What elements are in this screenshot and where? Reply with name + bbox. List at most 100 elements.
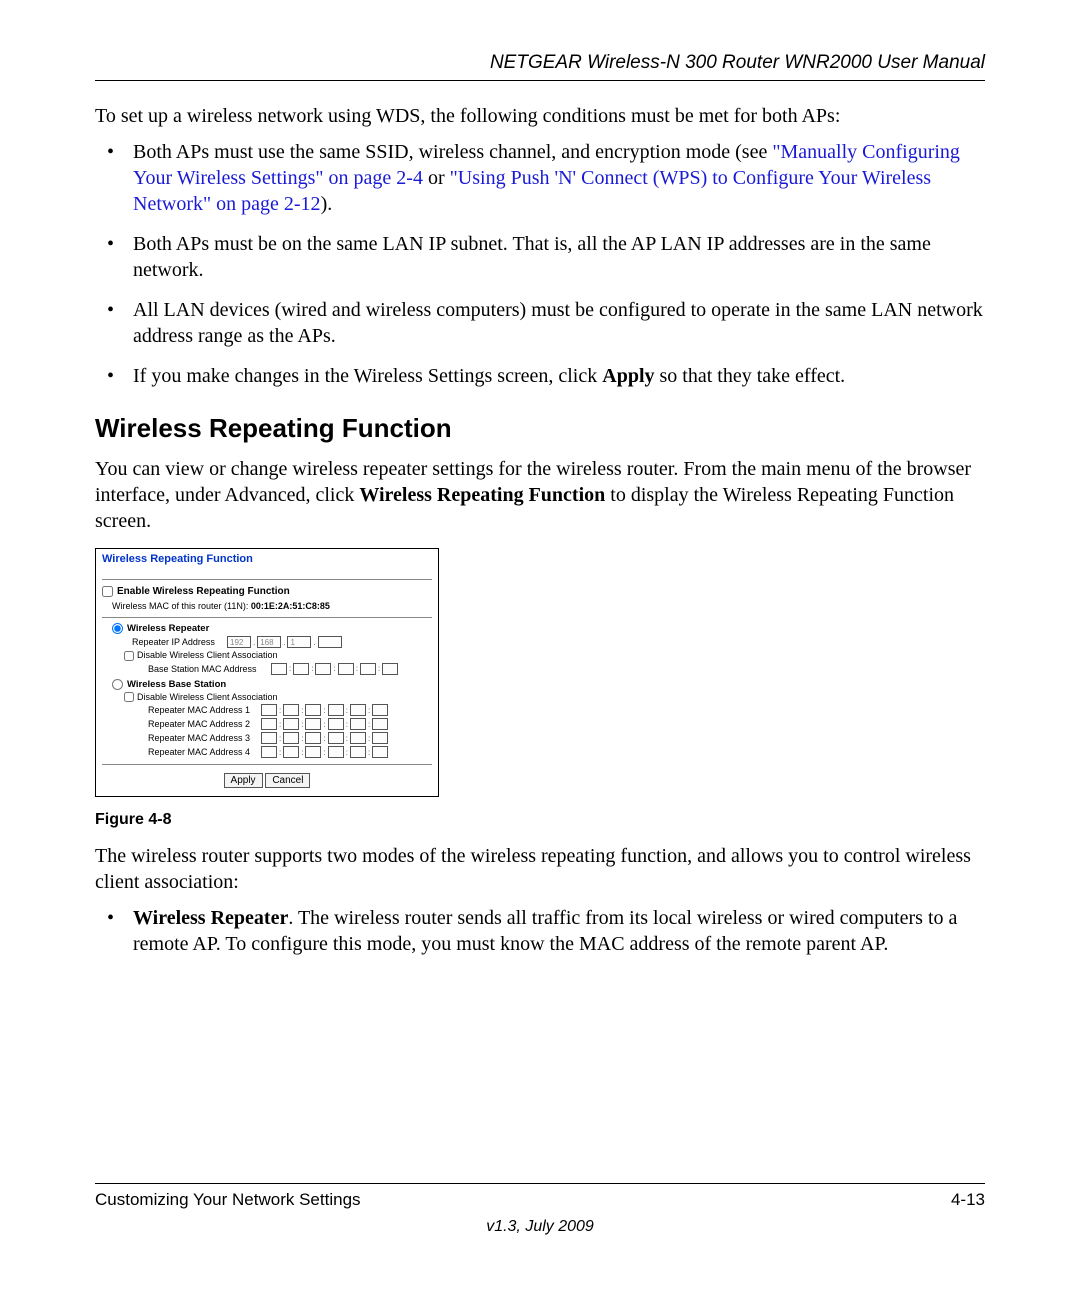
disable-assoc-row: Disable Wireless Client Association bbox=[124, 692, 432, 703]
mac-input[interactable] bbox=[372, 732, 388, 744]
ip-octet-input[interactable]: 192 bbox=[227, 636, 251, 648]
button-row: Apply Cancel bbox=[102, 773, 432, 788]
bullet-text: If you make changes in the Wireless Sett… bbox=[133, 365, 602, 387]
colon-separator: : bbox=[345, 706, 349, 715]
mac-input[interactable] bbox=[350, 704, 366, 716]
mac-input[interactable] bbox=[305, 732, 321, 744]
repeater-mac-label: Repeater MAC Address 1 bbox=[148, 705, 256, 715]
base-station-radio[interactable] bbox=[112, 679, 123, 690]
panel-title: Wireless Repeating Function bbox=[102, 553, 432, 565]
mac-input[interactable] bbox=[293, 663, 309, 675]
bullet-text: Both APs must use the same SSID, wireles… bbox=[133, 141, 772, 163]
mac-input[interactable] bbox=[328, 704, 344, 716]
mac-input[interactable] bbox=[372, 718, 388, 730]
repeater-mac-row: Repeater MAC Address 4 : : : : : bbox=[148, 746, 432, 758]
disable-assoc-row: Disable Wireless Client Association bbox=[124, 650, 432, 661]
footer-section-name: Customizing Your Network Settings bbox=[95, 1190, 361, 1210]
ip-octet-input[interactable] bbox=[318, 636, 342, 648]
mac-input[interactable] bbox=[283, 746, 299, 758]
disable-assoc-checkbox[interactable] bbox=[124, 651, 134, 661]
disable-assoc-label: Disable Wireless Client Association bbox=[137, 692, 278, 702]
mac-input[interactable] bbox=[338, 663, 354, 675]
modes-list: Wireless Repeater. The wireless router s… bbox=[95, 905, 985, 957]
repeater-mac-label: Repeater MAC Address 2 bbox=[148, 719, 256, 729]
intro-paragraph: To set up a wireless network using WDS, … bbox=[95, 103, 985, 129]
repeater-ip-label: Repeater IP Address bbox=[132, 637, 222, 647]
header-divider bbox=[95, 80, 985, 81]
document-header-title: NETGEAR Wireless-N 300 Router WNR2000 Us… bbox=[95, 52, 985, 74]
mac-input[interactable] bbox=[328, 746, 344, 758]
colon-separator: : bbox=[345, 748, 349, 757]
repeater-radio-row: Wireless Repeater bbox=[112, 623, 432, 634]
colon-separator: : bbox=[367, 706, 371, 715]
colon-separator: : bbox=[322, 734, 326, 743]
apply-label: Apply bbox=[602, 365, 654, 387]
footer-page-number: 4-13 bbox=[951, 1190, 985, 1210]
mac-input[interactable] bbox=[382, 663, 398, 675]
colon-separator: : bbox=[310, 664, 314, 673]
panel-divider bbox=[102, 579, 432, 580]
mac-input[interactable] bbox=[283, 718, 299, 730]
colon-separator: : bbox=[278, 720, 282, 729]
colon-separator: : bbox=[278, 734, 282, 743]
colon-separator: : bbox=[300, 706, 304, 715]
colon-separator: : bbox=[300, 748, 304, 757]
apply-button[interactable]: Apply bbox=[224, 773, 263, 788]
footer-version: v1.3, July 2009 bbox=[95, 1218, 985, 1236]
repeater-ip-row: Repeater IP Address 192. 168. 1. bbox=[132, 636, 432, 648]
footer-divider bbox=[95, 1183, 985, 1184]
mac-input[interactable] bbox=[350, 718, 366, 730]
modes-paragraph: The wireless router supports two modes o… bbox=[95, 843, 985, 895]
list-item: Both APs must use the same SSID, wireles… bbox=[95, 139, 985, 217]
cancel-button[interactable]: Cancel bbox=[265, 773, 310, 788]
disable-assoc-checkbox[interactable] bbox=[124, 692, 134, 702]
colon-separator: : bbox=[278, 748, 282, 757]
mac-input[interactable] bbox=[372, 746, 388, 758]
colon-separator: : bbox=[345, 720, 349, 729]
mac-input[interactable] bbox=[261, 746, 277, 758]
base-station-radio-label: Wireless Base Station bbox=[127, 679, 226, 690]
mac-input[interactable] bbox=[261, 732, 277, 744]
colon-separator: : bbox=[288, 664, 292, 673]
mac-input[interactable] bbox=[315, 663, 331, 675]
mac-input[interactable] bbox=[360, 663, 376, 675]
enable-checkbox[interactable] bbox=[102, 586, 113, 597]
mac-input[interactable] bbox=[305, 746, 321, 758]
list-item: Both APs must be on the same LAN IP subn… bbox=[95, 231, 985, 283]
mac-input[interactable] bbox=[261, 718, 277, 730]
mac-input[interactable] bbox=[305, 704, 321, 716]
colon-separator: : bbox=[322, 748, 326, 757]
mac-input[interactable] bbox=[350, 732, 366, 744]
colon-separator: : bbox=[367, 720, 371, 729]
colon-separator: : bbox=[332, 664, 336, 673]
repeater-mac-label: Repeater MAC Address 3 bbox=[148, 733, 256, 743]
base-mac-label: Base Station MAC Address bbox=[148, 664, 266, 674]
list-item: Wireless Repeater. The wireless router s… bbox=[95, 905, 985, 957]
enable-label: Enable Wireless Repeating Function bbox=[117, 586, 290, 597]
repeater-radio[interactable] bbox=[112, 623, 123, 634]
mac-label: Wireless MAC of this router (11N): bbox=[112, 601, 251, 611]
requirements-list: Both APs must use the same SSID, wireles… bbox=[95, 139, 985, 389]
ip-octet-input[interactable]: 168 bbox=[257, 636, 281, 648]
mac-input[interactable] bbox=[328, 718, 344, 730]
menu-item-name: Wireless Repeating Function bbox=[359, 484, 605, 506]
enable-function-row: Enable Wireless Repeating Function bbox=[102, 586, 432, 597]
colon-separator: : bbox=[300, 734, 304, 743]
mac-input[interactable] bbox=[261, 704, 277, 716]
mac-input[interactable] bbox=[283, 732, 299, 744]
mac-input[interactable] bbox=[305, 718, 321, 730]
ip-octet-input[interactable]: 1 bbox=[287, 636, 311, 648]
colon-separator: : bbox=[367, 748, 371, 757]
mac-input[interactable] bbox=[372, 704, 388, 716]
colon-separator: : bbox=[345, 734, 349, 743]
config-panel: Wireless Repeating Function Enable Wirel… bbox=[95, 548, 439, 797]
repeater-mac-row: Repeater MAC Address 1 : : : : : bbox=[148, 704, 432, 716]
mac-input[interactable] bbox=[271, 663, 287, 675]
figure-container: Wireless Repeating Function Enable Wirel… bbox=[95, 548, 985, 797]
mac-input[interactable] bbox=[283, 704, 299, 716]
mac-input[interactable] bbox=[328, 732, 344, 744]
base-station-radio-row: Wireless Base Station bbox=[112, 679, 432, 690]
mac-input[interactable] bbox=[350, 746, 366, 758]
repeater-mac-row: Repeater MAC Address 3 : : : : : bbox=[148, 732, 432, 744]
colon-separator: : bbox=[355, 664, 359, 673]
